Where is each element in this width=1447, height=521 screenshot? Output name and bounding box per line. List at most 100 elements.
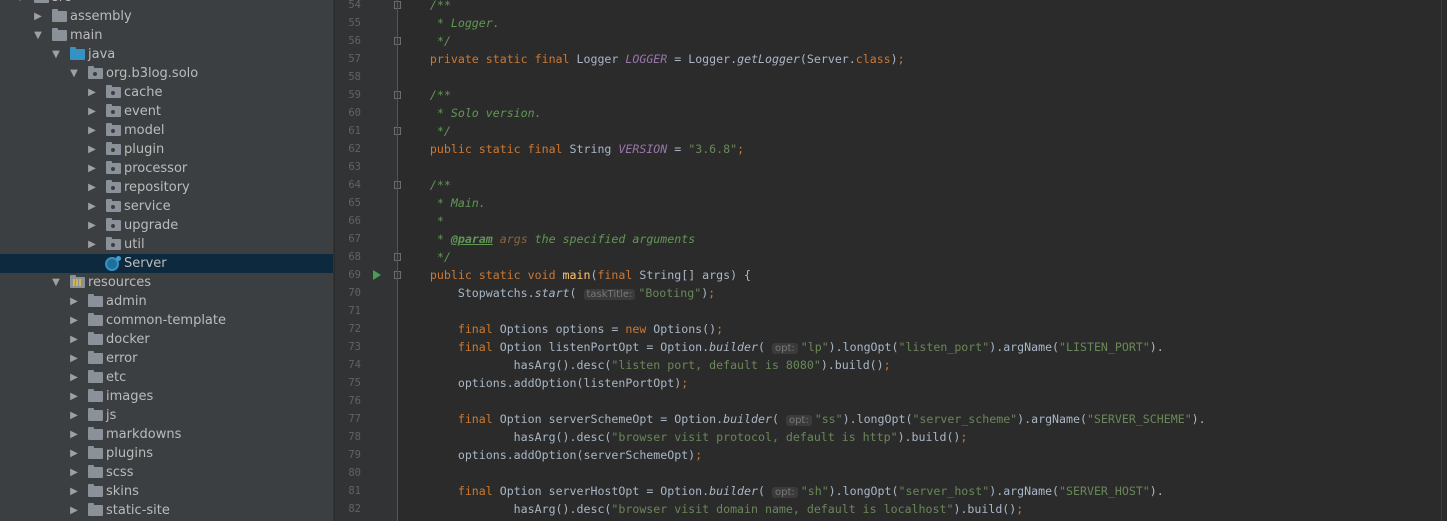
run-icon[interactable] — [373, 270, 381, 280]
code-token: ).longOpt( — [828, 340, 899, 354]
expand-arrow-down-icon[interactable]: ▼ — [68, 64, 80, 83]
tree-item-markdowns[interactable]: ▶ markdowns — [0, 425, 333, 444]
fold-guide-line — [397, 0, 398, 521]
tree-item-assembly[interactable]: ▶ assembly — [0, 7, 333, 26]
project-tree[interactable]: ▼ src ▶ assembly ▼ main ▼ java ▼ org.b3log.solo ▶ c… — [0, 0, 334, 521]
tree-item-server[interactable]: Server — [0, 254, 333, 273]
tree-item-plugins[interactable]: ▶ plugins — [0, 444, 333, 463]
collapse-arrow-right-icon[interactable]: ▶ — [68, 501, 80, 520]
line-number: 54 — [348, 0, 361, 11]
tree-item-label: main — [70, 28, 103, 43]
tree-item-upgrade[interactable]: ▶ upgrade — [0, 216, 333, 235]
code-token: ).build() — [953, 502, 1017, 516]
collapse-arrow-right-icon[interactable]: ▶ — [68, 368, 80, 387]
code-token: */ — [402, 124, 451, 138]
code-token: (Server. — [799, 52, 856, 66]
tree-item-label: error — [106, 351, 138, 366]
collapse-arrow-right-icon[interactable]: ▶ — [86, 102, 98, 121]
line-number: 80 — [348, 467, 361, 479]
code-token: VERSION — [618, 142, 668, 156]
code-token: public static void — [402, 268, 563, 282]
tree-item-error[interactable]: ▶ error — [0, 349, 333, 368]
collapse-arrow-right-icon[interactable]: ▶ — [68, 349, 80, 368]
code-token: ; — [883, 358, 891, 372]
code-line: hasArg().desc("browser visit protocol, d… — [402, 428, 968, 446]
tree-item-label: processor — [124, 161, 188, 176]
tree-item-service[interactable]: ▶ service — [0, 197, 333, 216]
tree-item-admin[interactable]: ▶ admin — [0, 292, 333, 311]
code-line: private static final Logger LOGGER = Log… — [402, 50, 905, 68]
package-icon — [106, 218, 121, 231]
collapse-arrow-right-icon[interactable]: ▶ — [86, 159, 98, 178]
folder-icon — [88, 427, 103, 440]
tree-item-plugin[interactable]: ▶ plugin — [0, 140, 333, 159]
collapse-arrow-right-icon[interactable]: ▶ — [86, 178, 98, 197]
code-token: * — [402, 232, 451, 246]
collapse-arrow-right-icon[interactable]: ▶ — [68, 482, 80, 501]
tree-item-org-b3log-solo[interactable]: ▼ org.b3log.solo — [0, 64, 333, 83]
code-token: "browser visit protocol, default is http… — [611, 430, 898, 444]
tree-item-cache[interactable]: ▶ cache — [0, 83, 333, 102]
package-icon — [106, 199, 121, 212]
java-class-icon — [105, 256, 121, 271]
collapse-arrow-right-icon[interactable]: ▶ — [86, 140, 98, 159]
tree-item-js[interactable]: ▶ js — [0, 406, 333, 425]
collapse-arrow-right-icon[interactable]: ▶ — [68, 406, 80, 425]
tree-item-label: js — [106, 408, 117, 423]
tree-item-processor[interactable]: ▶ processor — [0, 159, 333, 178]
code-line: /** — [402, 86, 451, 104]
tree-item-util[interactable]: ▶ util — [0, 235, 333, 254]
folder-icon — [88, 370, 103, 383]
collapse-arrow-right-icon[interactable]: ▶ — [86, 197, 98, 216]
code-token: public static final — [402, 142, 570, 156]
package-icon — [106, 237, 121, 250]
tree-item-event[interactable]: ▶ event — [0, 102, 333, 121]
code-token: final — [402, 322, 500, 336]
tree-item-label: scss — [106, 465, 134, 480]
code-token: "browser visit domain name, default is l… — [611, 502, 954, 516]
tree-item-etc[interactable]: ▶ etc — [0, 368, 333, 387]
collapse-arrow-right-icon[interactable]: ▶ — [68, 292, 80, 311]
tree-item-java[interactable]: ▼ java — [0, 45, 333, 64]
code-token: "server_host" — [898, 484, 990, 498]
tree-item-repository[interactable]: ▶ repository — [0, 178, 333, 197]
tree-item-static-site[interactable]: ▶ static-site — [0, 501, 333, 520]
collapse-arrow-right-icon[interactable]: ▶ — [68, 425, 80, 444]
code-token: ; — [695, 448, 703, 462]
expand-arrow-down-icon[interactable]: ▼ — [50, 273, 62, 292]
code-token: /** — [402, 0, 451, 12]
package-icon — [106, 123, 121, 136]
line-number: 75 — [348, 377, 361, 389]
tree-item-images[interactable]: ▶ images — [0, 387, 333, 406]
collapse-arrow-right-icon[interactable]: ▶ — [68, 311, 80, 330]
collapse-arrow-right-icon[interactable]: ▶ — [86, 121, 98, 140]
tree-item-label: resources — [88, 275, 152, 290]
collapse-arrow-right-icon[interactable]: ▶ — [68, 463, 80, 482]
collapse-arrow-right-icon[interactable]: ▶ — [68, 444, 80, 463]
collapse-arrow-right-icon[interactable]: ▶ — [86, 83, 98, 102]
code-token: final — [402, 412, 500, 426]
collapse-arrow-right-icon[interactable]: ▶ — [86, 216, 98, 235]
tree-item-docker[interactable]: ▶ docker — [0, 330, 333, 349]
tree-item-main[interactable]: ▼ main — [0, 26, 333, 45]
code-line: final Option serverSchemeOpt = Option.bu… — [402, 410, 1206, 428]
folder-icon — [88, 503, 103, 516]
tree-item-scss[interactable]: ▶ scss — [0, 463, 333, 482]
collapse-arrow-right-icon[interactable]: ▶ — [68, 330, 80, 349]
tree-item-resources[interactable]: ▼ resources — [0, 273, 333, 292]
expand-arrow-down-icon[interactable]: ▼ — [32, 26, 44, 45]
expand-arrow-down-icon[interactable]: ▼ — [14, 0, 26, 7]
line-number: 81 — [348, 485, 361, 497]
collapse-arrow-right-icon[interactable]: ▶ — [32, 7, 44, 26]
collapse-arrow-right-icon[interactable]: ▶ — [68, 387, 80, 406]
code-token: ). — [1149, 484, 1164, 498]
code-editor[interactable]: /** * Logger. */ private static final Lo… — [402, 0, 1447, 521]
line-number: 72 — [348, 323, 361, 335]
collapse-arrow-right-icon[interactable]: ▶ — [86, 235, 98, 254]
code-token: options.addOption(listenPortOpt) — [402, 376, 682, 390]
tree-item-src[interactable]: ▼ src — [0, 0, 333, 7]
tree-item-model[interactable]: ▶ model — [0, 121, 333, 140]
expand-arrow-down-icon[interactable]: ▼ — [50, 45, 62, 64]
tree-item-skins[interactable]: ▶ skins — [0, 482, 333, 501]
tree-item-common-template[interactable]: ▶ common-template — [0, 311, 333, 330]
